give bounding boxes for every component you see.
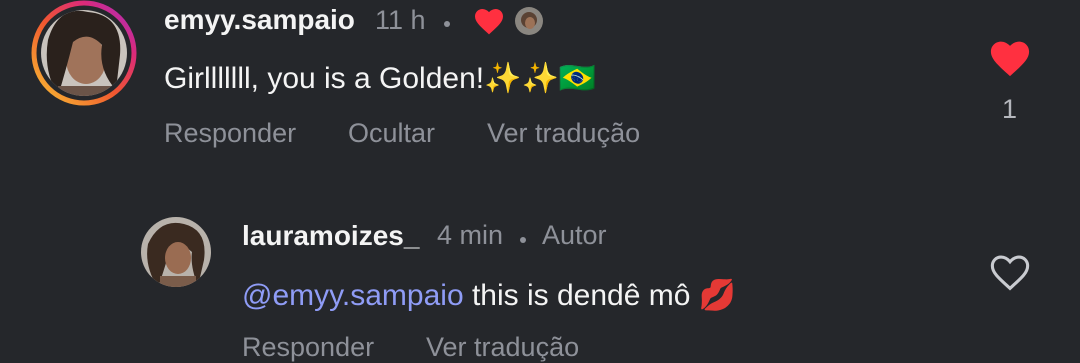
reply-see-translation-button[interactable]: Ver tradução — [426, 332, 579, 363]
separator-dot — [520, 231, 526, 249]
see-translation-button[interactable]: Ver tradução — [487, 118, 640, 149]
heart-filled-icon[interactable] — [988, 38, 1032, 83]
commenter-username[interactable]: emyy.sampaio — [164, 4, 355, 36]
reply-text: @emyy.sampaio this is dendê mô 💋 — [242, 278, 736, 313]
replier-avatar[interactable] — [140, 216, 212, 293]
mention-link[interactable]: @emyy.sampaio — [242, 279, 464, 312]
separator-dot — [444, 15, 450, 33]
reply-button[interactable]: Responder — [164, 118, 296, 149]
comment-text: Girlllllll, you is a Golden!✨✨🇧🇷 — [164, 62, 597, 95]
like-count[interactable]: 1 — [1002, 94, 1017, 125]
hide-button[interactable]: Ocultar — [348, 118, 435, 149]
author-liked-heart-icon — [473, 6, 505, 41]
commenter-avatar[interactable] — [28, 0, 140, 106]
author-avatar-mini — [514, 6, 544, 41]
reply-text-body: this is dendê mô 💋 — [463, 279, 737, 312]
author-badge: Autor — [542, 220, 607, 250]
heart-outline-icon[interactable] — [988, 252, 1032, 297]
comment-timestamp: 11 h — [375, 5, 426, 35]
reply-timestamp: 4 min — [437, 220, 504, 250]
reply-reply-button[interactable]: Responder — [242, 332, 374, 363]
replier-username[interactable]: lauramoizes_ — [242, 220, 419, 252]
